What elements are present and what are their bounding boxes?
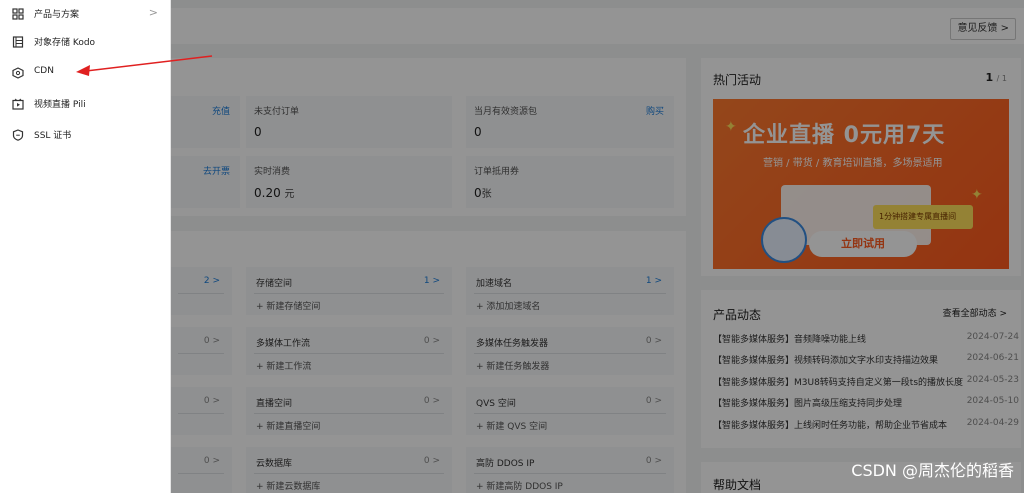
watermark: CSDN @周杰伦的稻香: [851, 461, 1014, 480]
annotation-arrow-icon: [76, 55, 213, 76]
